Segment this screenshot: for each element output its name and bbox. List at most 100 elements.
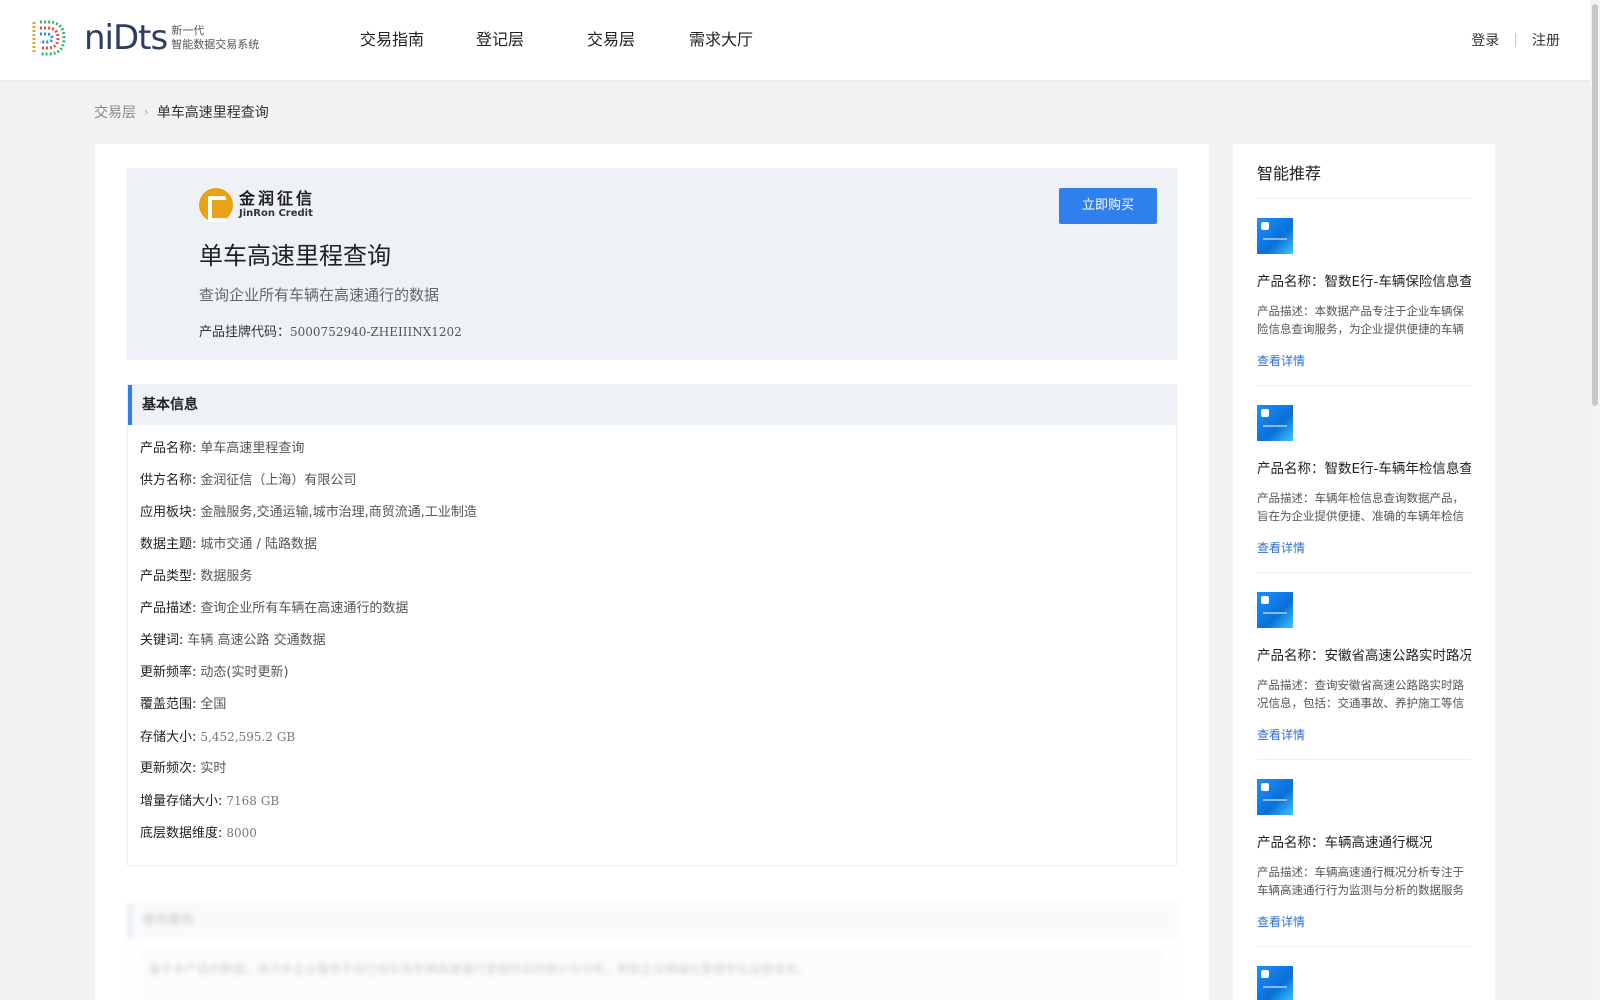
recommendation-card bbox=[1257, 966, 1471, 1000]
supplier-logo-text: 金润征信 JinRon Credit bbox=[239, 190, 315, 220]
info-value: 数据服务 bbox=[200, 569, 253, 584]
info-value: 金润征信（上海）有限公司 bbox=[200, 473, 357, 488]
logo-subtitle-line2: 智能数据交易系统 bbox=[171, 38, 260, 51]
product-title: 单车高速里程查询 bbox=[199, 242, 391, 270]
logo-subtitle-line1: 新一代 bbox=[171, 24, 205, 37]
info-value: 实时 bbox=[200, 761, 227, 776]
recommendation-sidebar: 智能推荐 产品名称：智数E行-车辆保险信息查询 产品描述：本数据产品专注于企业车… bbox=[1233, 144, 1495, 1000]
nav-registry-layer[interactable]: 登记层 bbox=[476, 0, 524, 80]
view-details-link[interactable]: 查看详情 bbox=[1257, 352, 1471, 369]
view-details-link[interactable]: 查看详情 bbox=[1257, 913, 1471, 930]
nav-demand-hall[interactable]: 需求大厅 bbox=[689, 0, 753, 80]
product-thumbnail-icon[interactable] bbox=[1257, 779, 1293, 815]
product-description: 查询企业所有车辆在高速通行的数据 bbox=[199, 286, 440, 304]
rec-product-name[interactable]: 产品名称：智数E行-车辆保险信息查询 bbox=[1257, 270, 1471, 290]
product-thumbnail-icon[interactable] bbox=[1257, 405, 1293, 441]
auth-divider: | bbox=[1513, 32, 1518, 48]
view-details-link[interactable]: 查看详情 bbox=[1257, 539, 1471, 556]
info-row-update-frequency: 更新频率: 动态(实时更新) bbox=[140, 657, 1164, 689]
view-details-link[interactable]: 查看详情 bbox=[1257, 726, 1471, 743]
info-value: 动态(实时更新) bbox=[200, 665, 289, 680]
basic-info-section: 基本信息 产品名称: 单车高速里程查询 供方名称: 金润征信（上海）有限公司 应用板… bbox=[127, 384, 1177, 866]
info-label: 底层数据维度: bbox=[140, 826, 223, 841]
page-scrollbar[interactable] bbox=[1590, 0, 1600, 1000]
rec-divider bbox=[1257, 759, 1471, 760]
info-label: 存储大小: bbox=[140, 730, 197, 745]
info-value: 城市交通 / 陆路数据 bbox=[200, 537, 318, 552]
rec-product-name[interactable]: 产品名称：安徽省高速公路实时路况 bbox=[1257, 644, 1471, 664]
site-logo[interactable]: niDts 新一代 智能数据交易系统 bbox=[28, 18, 259, 58]
basic-info-heading: 基本信息 bbox=[128, 385, 1176, 425]
rec-product-name[interactable]: 产品名称：车辆高速通行概况 bbox=[1257, 831, 1471, 851]
info-value: 7168 GB bbox=[226, 794, 280, 808]
breadcrumb-current: 单车高速里程查询 bbox=[156, 105, 269, 121]
scrollbar-thumb[interactable] bbox=[1592, 4, 1598, 406]
breadcrumb: 交易层 › 单车高速里程查询 bbox=[94, 102, 269, 122]
info-row-description: 产品描述: 查询企业所有车辆在高速通行的数据 bbox=[140, 593, 1164, 625]
rec-divider bbox=[1257, 572, 1471, 573]
info-label: 供方名称: bbox=[140, 473, 197, 488]
info-value: 5,452,595.2 GB bbox=[200, 730, 296, 744]
listing-code-value: 5000752940-ZHEIIINX1202 bbox=[290, 325, 462, 339]
info-value: 车辆 高速公路 交通数据 bbox=[187, 633, 326, 648]
info-row-incremental-storage: 增量存储大小: 7168 GB bbox=[140, 785, 1164, 817]
rec-product-name[interactable]: 产品名称：智数E行-车辆年检信息查询 bbox=[1257, 457, 1471, 477]
sidebar-title: 智能推荐 bbox=[1257, 164, 1322, 183]
blurred-section: 使用案例 基于本产品的数据，某汽车企业服务平台已经实现车辆高速通行里程的实时统计… bbox=[127, 902, 1177, 1000]
jinron-logo-icon bbox=[199, 188, 233, 222]
breadcrumb-parent[interactable]: 交易层 bbox=[94, 102, 136, 122]
nav-trade-guide[interactable]: 交易指南 bbox=[360, 0, 424, 80]
blurred-section-body: 基于本产品的数据，某汽车企业服务平台已经实现车辆高速通行里程的实时统计与分析，帮… bbox=[140, 951, 1164, 1000]
recommendation-card: 产品名称：车辆高速通行概况 产品描述：车辆高速通行概况分析专注于车辆高速通行行为… bbox=[1257, 779, 1471, 947]
info-row-coverage: 覆盖范围: 全国 bbox=[140, 689, 1164, 721]
info-value: 全国 bbox=[200, 697, 227, 712]
supplier-logo-cn: 金润征信 bbox=[239, 189, 316, 208]
info-row-storage-size: 存储大小: 5,452,595.2 GB bbox=[140, 721, 1164, 753]
product-thumbnail-icon[interactable] bbox=[1257, 592, 1293, 628]
logo-mark-icon bbox=[32, 20, 66, 56]
info-label: 更新频次: bbox=[140, 761, 197, 776]
info-value: 8000 bbox=[226, 826, 257, 840]
supplier-logo: 金润征信 JinRon Credit bbox=[199, 188, 315, 222]
sidebar-divider bbox=[1257, 198, 1471, 199]
auth-links: 登录 | 注册 bbox=[1471, 0, 1560, 80]
chevron-right-icon: › bbox=[144, 105, 149, 119]
logo-wordmark: niDts bbox=[84, 18, 168, 58]
rec-product-desc: 产品描述：本数据产品专注于企业车辆保险信息查询服务，为企业提供便捷的车辆保险信息 bbox=[1257, 304, 1464, 336]
product-thumbnail-icon[interactable] bbox=[1257, 218, 1293, 254]
listing-code-label: 产品挂牌代码： bbox=[199, 325, 291, 340]
info-row-product-name: 产品名称: 单车高速里程查询 bbox=[140, 433, 1164, 465]
login-link[interactable]: 登录 bbox=[1471, 30, 1499, 50]
rec-product-desc: 产品描述：车辆高速通行概况分析专注于车辆高速通行行为监测与分析的数据服务 bbox=[1257, 865, 1464, 897]
top-header: niDts 新一代 智能数据交易系统 交易指南 登记层 交易层 需求大厅 登录 … bbox=[0, 0, 1590, 80]
register-link[interactable]: 注册 bbox=[1532, 30, 1560, 50]
logo-subtitle: 新一代 智能数据交易系统 bbox=[171, 24, 259, 52]
product-thumbnail-icon[interactable] bbox=[1257, 966, 1293, 1000]
recommendation-card: 产品名称：智数E行-车辆年检信息查询 产品描述：车辆年检信息查询数据产品，旨在为… bbox=[1257, 405, 1471, 573]
info-label: 产品类型: bbox=[140, 569, 197, 584]
info-row-keywords: 关键词: 车辆 高速公路 交通数据 bbox=[140, 625, 1164, 657]
rec-divider bbox=[1257, 385, 1471, 386]
info-row-data-dimension: 底层数据维度: 8000 bbox=[140, 817, 1164, 849]
info-row-application: 应用板块: 金融服务,交通运输,城市治理,商贸流通,工业制造 bbox=[140, 497, 1164, 529]
info-label: 覆盖范围: bbox=[140, 697, 197, 712]
basic-info-list: 产品名称: 单车高速里程查询 供方名称: 金润征信（上海）有限公司 应用板块: 金融服… bbox=[128, 425, 1176, 857]
rec-product-desc: 产品描述：查询安徽省高速公路路实时路况信息，包括：交通事故、养护施工等信息 bbox=[1257, 678, 1464, 710]
recommendation-card: 产品名称：智数E行-车辆保险信息查询 产品描述：本数据产品专注于企业车辆保险信息… bbox=[1257, 218, 1471, 386]
rec-divider bbox=[1257, 946, 1471, 947]
info-label: 增量存储大小: bbox=[140, 794, 223, 809]
info-value: 金融服务,交通运输,城市治理,商贸流通,工业制造 bbox=[200, 505, 477, 520]
info-label: 关键词: bbox=[140, 633, 184, 648]
info-row-update-times: 更新频次: 实时 bbox=[140, 753, 1164, 785]
info-value: 查询企业所有车辆在高速通行的数据 bbox=[200, 601, 409, 616]
recommendation-card: 产品名称：安徽省高速公路实时路况 产品描述：查询安徽省高速公路路实时路况信息，包… bbox=[1257, 592, 1471, 760]
buy-now-button[interactable]: 立即购买 bbox=[1059, 188, 1157, 224]
blurred-section-heading: 使用案例 bbox=[128, 903, 1176, 939]
product-hero: 金润征信 JinRon Credit 单车高速里程查询 查询企业所有车辆在高速通… bbox=[127, 168, 1177, 360]
product-listing-code: 产品挂牌代码：5000752940-ZHEIIINX1202 bbox=[199, 321, 462, 340]
nav-trade-layer[interactable]: 交易层 bbox=[587, 0, 635, 80]
info-row-product-type: 产品类型: 数据服务 bbox=[140, 561, 1164, 593]
info-label: 产品描述: bbox=[140, 601, 197, 616]
info-value: 单车高速里程查询 bbox=[200, 441, 305, 456]
info-label: 数据主题: bbox=[140, 537, 197, 552]
